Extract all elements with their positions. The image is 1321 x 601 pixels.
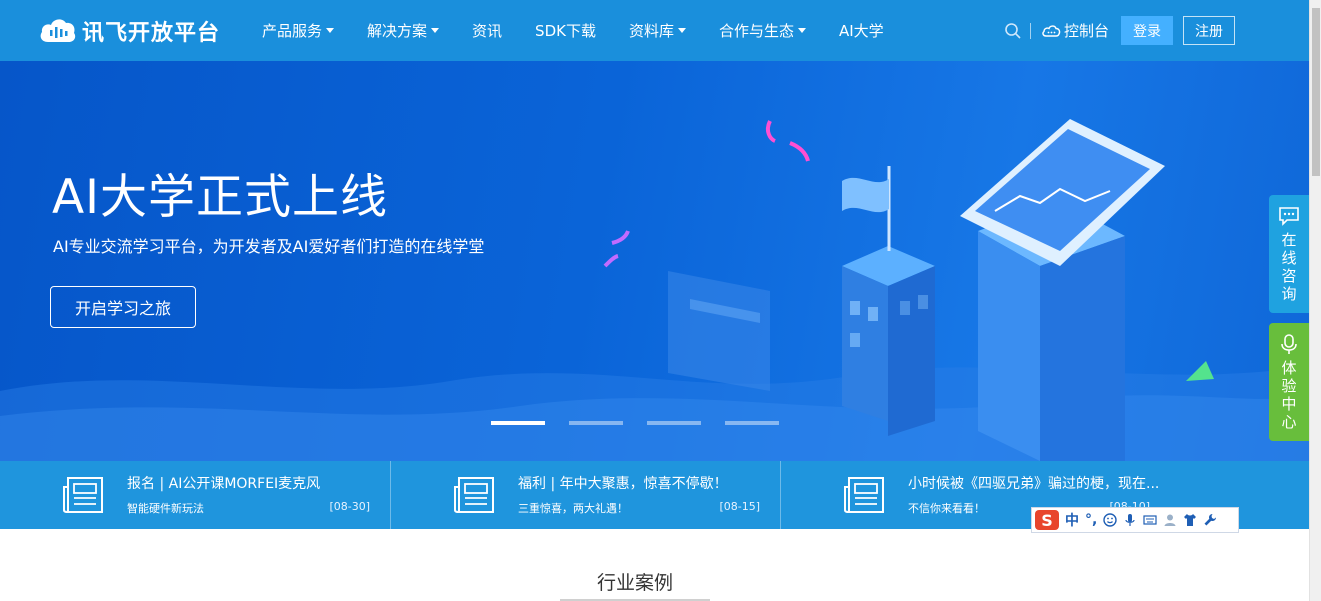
console-label: 控制台 [1063,22,1109,40]
logo[interactable]: 讯飞开放平台 [38,13,220,49]
login-button[interactable]: 登录 [1121,16,1173,45]
newspaper-icon [454,477,494,513]
ime-toolbar[interactable]: S 中 °, [1031,507,1239,533]
news-date: [08-15] [719,500,760,513]
banner-title: AI大学正式上线 [52,170,389,225]
news-subtitle: 智能硬件新玩法 [127,502,204,515]
nav-item-sdk-download[interactable]: SDK下载 [535,20,596,41]
caret-down-icon [326,28,335,33]
carousel-dot-2[interactable] [569,421,623,425]
scrollbar-thumb[interactable] [1312,8,1320,176]
news-subtitle: 不信你来看看！ [908,502,985,515]
search-icon[interactable] [1004,22,1022,40]
ime-logo-icon[interactable]: S [1035,510,1059,530]
ime-punctuation-toggle[interactable]: °, [1085,512,1097,528]
nav-item-label: AI大学 [839,22,884,40]
microphone-icon[interactable] [1123,513,1137,527]
microphone-icon [1281,334,1297,354]
caret-down-icon [431,28,440,33]
carousel-dot-4[interactable] [725,421,779,425]
main-nav: 产品服务 解决方案 资讯 SDK下载 资料库 合作与生态 AI大学 [262,0,917,61]
nav-item-docs[interactable]: 资料库 [629,20,686,41]
news-title: 福利 | 年中大聚惠，惊喜不停歇！ [518,476,728,492]
experience-center-button[interactable]: 体验中心 [1269,323,1309,441]
ime-mode-toggle[interactable]: 中 [1065,510,1079,530]
news-title: 报名 | AI公开课MORFEI麦克风 [127,476,321,492]
wrench-icon[interactable] [1203,513,1217,527]
logo-text: 讯飞开放平台 [82,21,221,46]
caret-down-icon [677,28,686,33]
news-item[interactable]: 报名 | AI公开课MORFEI麦克风 智能硬件新玩法 [08-30] [0,461,390,529]
nav-item-solutions[interactable]: 解决方案 [367,20,440,41]
nav-item-news[interactable]: 资讯 [472,20,502,41]
nav-item-label: SDK下载 [535,22,596,40]
nav-item-label: 解决方案 [367,22,428,40]
newspaper-icon [63,477,103,513]
carousel-indicators [491,421,803,425]
nav-item-label: 产品服务 [262,22,323,40]
register-button[interactable]: 注册 [1183,16,1235,45]
banner-illustration [0,119,1309,461]
console-link[interactable]: 控制台 [1041,20,1109,41]
emoji-icon[interactable] [1103,513,1118,527]
chat-bubble-icon [1279,207,1299,226]
online-consult-label: 在线咨询 [1281,231,1297,303]
nav-item-label: 资讯 [472,22,503,40]
cloud-icon [1042,24,1061,37]
nav-item-products[interactable]: 产品服务 [262,20,335,41]
caret-down-icon [798,28,806,33]
page: 讯飞开放平台 产品服务 解决方案 资讯 SDK下载 资料库 合作与生态 AI大学… [0,0,1321,601]
start-learning-button[interactable]: 开启学习之旅 [50,286,196,328]
skin-shirt-icon[interactable] [1183,513,1197,527]
carousel-dot-1[interactable] [491,421,545,425]
nav-item-partners[interactable]: 合作与生态 [719,20,806,41]
experience-center-label: 体验中心 [1281,359,1297,431]
cloud-voice-logo-icon [40,19,76,42]
news-date: [08-30] [329,500,370,513]
nav-item-label: 合作与生态 [718,22,794,40]
vertical-scrollbar[interactable] [1309,0,1321,601]
news-title: 小时候被《四驱兄弟》骗过的梗，现在... [908,476,1160,492]
section-title: 行业案例 [596,572,673,594]
keyboard-icon[interactable] [1143,513,1157,527]
carousel-dot-3[interactable] [647,421,701,425]
header-actions: 控制台 登录 注册 [1004,0,1309,61]
nav-item-label: 资料库 [628,22,674,40]
divider [1029,22,1031,39]
nav-item-ai-university[interactable]: AI大学 [839,20,884,41]
hero-banner[interactable]: AI大学正式上线 AI专业交流学习平台，为开发者及AI爱好者们打造的在线学堂 开… [0,61,1309,461]
newspaper-icon [844,477,884,513]
online-consult-button[interactable]: 在线咨询 [1269,195,1309,313]
user-icon[interactable] [1163,513,1177,527]
news-subtitle: 三重惊喜，两大礼遇！ [518,502,628,515]
top-navigation-bar: 讯飞开放平台 产品服务 解决方案 资讯 SDK下载 资料库 合作与生态 AI大学… [0,0,1309,61]
banner-subtitle: AI专业交流学习平台，为开发者及AI爱好者们打造的在线学堂 [53,237,485,256]
news-item[interactable]: 福利 | 年中大聚惠，惊喜不停歇！ 三重惊喜，两大礼遇！ [08-15] [390,461,780,529]
